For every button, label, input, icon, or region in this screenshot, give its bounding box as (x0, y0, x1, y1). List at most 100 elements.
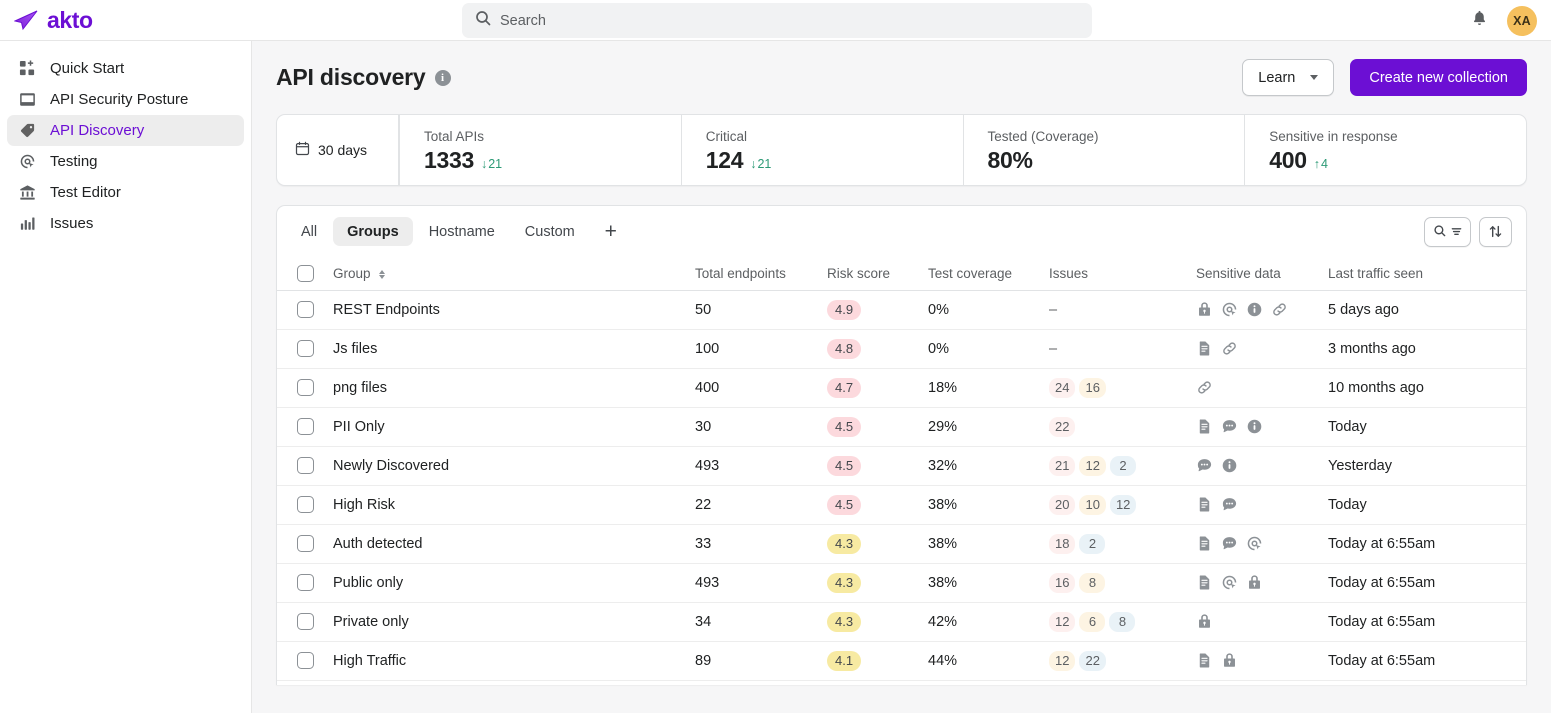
stat-total-apis: Total APIs 1333 ↓ 21 (399, 115, 681, 185)
cell-sensitive-data (1196, 485, 1328, 525)
select-all-checkbox[interactable] (297, 264, 314, 282)
column-last-traffic-seen[interactable]: Last traffic seen (1328, 257, 1526, 291)
document-icon[interactable] (1196, 340, 1213, 357)
cell-group[interactable]: REST Endpoints (333, 290, 695, 330)
target-click-icon (18, 152, 37, 171)
cell-group[interactable]: Js files (333, 329, 695, 369)
column-sensitive-data[interactable]: Sensitive data (1196, 257, 1328, 291)
tabs-bar: All Groups Hostname Custom + (277, 206, 1526, 257)
global-search[interactable] (462, 3, 1092, 38)
cell-group[interactable]: High Risk (333, 485, 695, 525)
table-row[interactable]: Private only 34 4.3 42% 12 6 8 Today at 6:… (277, 602, 1526, 642)
add-tab-button[interactable]: + (596, 217, 626, 246)
cell-group[interactable]: Private only (333, 602, 695, 642)
target-click-icon[interactable] (1221, 301, 1238, 318)
table-row[interactable]: Auth detected 33 4.3 38% 18 2 Today at 6:… (277, 524, 1526, 564)
table-row[interactable]: High Risk 22 4.5 38% 20 10 12 Today (277, 485, 1526, 525)
row-checkbox[interactable] (297, 418, 314, 435)
learn-button[interactable]: Learn (1242, 59, 1335, 96)
sidebar-item-quick-start[interactable]: Quick Start (7, 53, 244, 84)
link-icon[interactable] (1196, 379, 1213, 396)
row-checkbox[interactable] (297, 652, 314, 669)
document-icon[interactable] (1196, 418, 1213, 435)
sidebar-item-api-security-posture[interactable]: API Security Posture (7, 84, 244, 115)
avatar[interactable]: XA (1507, 5, 1537, 36)
table-row[interactable]: PII Only 30 4.5 29% 22 Today (277, 407, 1526, 447)
table-row[interactable]: High Traffic 89 4.1 44% 12 22 Today at 6:… (277, 641, 1526, 681)
row-checkbox[interactable] (297, 457, 314, 474)
bell-icon[interactable] (1470, 9, 1489, 33)
stat-label: Total APIs (424, 129, 485, 144)
tab-custom[interactable]: Custom (511, 217, 589, 246)
table-row[interactable]: Js files 100 4.8 0% – 3 months ago (277, 329, 1526, 369)
cell-group[interactable]: PII Only (333, 407, 695, 447)
info-icon[interactable] (1221, 457, 1238, 474)
info-icon[interactable] (1246, 301, 1263, 318)
sidebar-item-issues[interactable]: Issues (7, 208, 244, 239)
table-row[interactable]: Newly Discovered 493 4.5 32% 21 12 2 Yeste… (277, 446, 1526, 486)
row-checkbox[interactable] (297, 301, 314, 318)
header-actions: Learn Create new collection (1242, 59, 1527, 96)
row-checkbox[interactable] (297, 379, 314, 396)
lock-icon[interactable] (1221, 652, 1238, 669)
risk-score-badge: 4.7 (827, 377, 862, 398)
document-icon[interactable] (1196, 535, 1213, 552)
lock-icon[interactable] (1246, 574, 1263, 591)
search-input[interactable] (500, 12, 1079, 29)
column-issues[interactable]: Issues (1049, 257, 1196, 291)
issue-badge: 18 (1049, 533, 1076, 554)
document-icon[interactable] (1196, 652, 1213, 669)
cell-group[interactable]: High Traffic (333, 641, 695, 681)
sort-arrows-icon[interactable] (1479, 216, 1512, 247)
chat-icon[interactable] (1221, 418, 1238, 435)
search-filter-icon[interactable] (1424, 216, 1471, 247)
column-test-coverage[interactable]: Test coverage (928, 257, 1049, 291)
cell-group[interactable]: Newly Discovered (333, 446, 695, 486)
table-row[interactable]: png files 400 4.7 18% 24 16 10 months ago (277, 368, 1526, 408)
row-select-cell (277, 563, 333, 603)
cell-issues: 18 2 (1049, 524, 1196, 564)
lock-icon[interactable] (1196, 301, 1213, 318)
chat-icon[interactable] (1196, 457, 1213, 474)
lock-icon[interactable] (1196, 613, 1213, 630)
row-checkbox[interactable] (297, 340, 314, 357)
chat-icon[interactable] (1221, 535, 1238, 552)
stat-label: Critical (705, 129, 748, 144)
document-icon[interactable] (1196, 496, 1213, 513)
date-range-selector[interactable]: 30 days (277, 115, 399, 185)
link-icon[interactable] (1271, 301, 1288, 318)
table-row[interactable]: REST Endpoints 50 4.9 0% – 5 days ago (277, 290, 1526, 330)
create-new-collection-button[interactable]: Create new collection (1350, 59, 1527, 96)
sidebar-item-api-discovery[interactable]: API Discovery (7, 115, 244, 146)
link-icon[interactable] (1221, 340, 1238, 357)
sidebar-item-test-editor[interactable]: Test Editor (7, 177, 244, 208)
cell-group[interactable]: Auth detected (333, 524, 695, 564)
row-checkbox[interactable] (297, 574, 314, 591)
row-checkbox[interactable] (297, 496, 314, 513)
cell-group[interactable]: Public only (333, 563, 695, 603)
table-row[interactable]: Public only 493 4.3 38% 16 8 Today at 6:5… (277, 563, 1526, 603)
sidebar-item-testing[interactable]: Testing (7, 146, 244, 177)
tab-groups[interactable]: Groups (333, 217, 413, 246)
chat-icon[interactable] (1221, 496, 1238, 513)
tab-all[interactable]: All (287, 217, 331, 246)
tab-hostname[interactable]: Hostname (415, 217, 509, 246)
brand[interactable]: akto (0, 8, 252, 32)
target-click-icon[interactable] (1221, 574, 1238, 591)
row-select-cell (277, 407, 333, 447)
arrow-up-icon: ↑ (1313, 157, 1320, 171)
cell-risk-score: 4.3 (827, 524, 928, 564)
column-total-endpoints[interactable]: Total endpoints (695, 257, 827, 291)
cell-last-traffic-seen: 3 months ago (1328, 329, 1526, 369)
risk-score-badge: 4.3 (827, 572, 862, 593)
row-checkbox[interactable] (297, 613, 314, 630)
column-risk-score[interactable]: Risk score (827, 257, 928, 291)
column-group[interactable]: Group (333, 257, 695, 291)
target-click-icon[interactable] (1246, 535, 1263, 552)
info-icon[interactable]: i (434, 69, 451, 86)
info-icon[interactable] (1246, 418, 1263, 435)
row-checkbox[interactable] (297, 535, 314, 552)
document-icon[interactable] (1196, 574, 1213, 591)
issues-empty: – (1049, 340, 1058, 357)
cell-group[interactable]: png files (333, 368, 695, 408)
